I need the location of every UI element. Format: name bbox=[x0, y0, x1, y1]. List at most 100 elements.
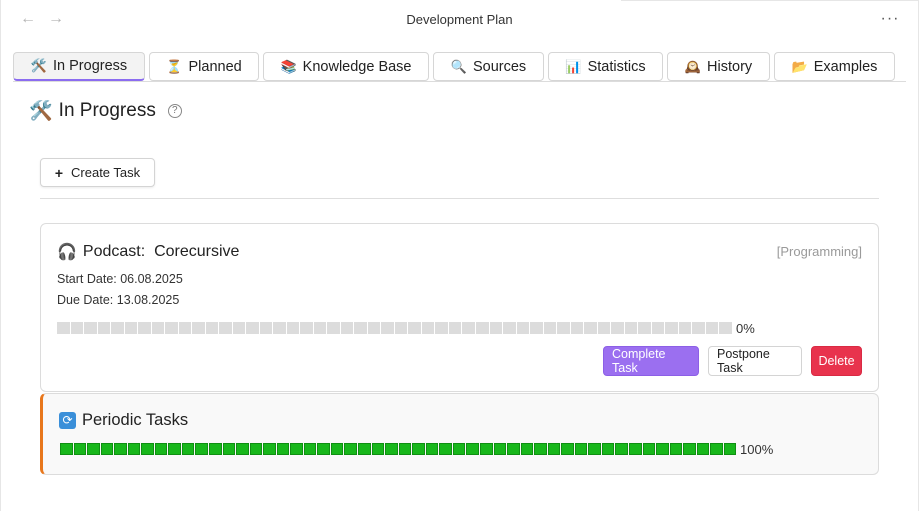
progress-segment bbox=[719, 322, 732, 334]
progress-segment bbox=[195, 443, 209, 455]
progress-segment bbox=[385, 443, 398, 455]
progress-segment bbox=[154, 443, 168, 455]
create-task-label: Create Task bbox=[71, 165, 141, 180]
progress-segment bbox=[642, 443, 656, 455]
progress-segment bbox=[111, 322, 124, 334]
progress-segment bbox=[448, 322, 462, 334]
progress-segment bbox=[435, 322, 448, 334]
progress-segment bbox=[520, 443, 534, 455]
progress-segment bbox=[479, 443, 493, 455]
tab-in-progress[interactable]: 🛠️ In Progress bbox=[13, 52, 145, 81]
progress-segment bbox=[570, 322, 584, 334]
progress-segment bbox=[168, 443, 181, 455]
delete-task-button[interactable]: Delete bbox=[811, 346, 862, 376]
progress-segment bbox=[557, 322, 570, 334]
progress-segment bbox=[543, 322, 557, 334]
progress-segment bbox=[408, 322, 421, 334]
progress-segment bbox=[286, 322, 300, 334]
progress-segment bbox=[394, 322, 408, 334]
tab-history[interactable]: 🕰️ History bbox=[667, 52, 770, 81]
progress-segment bbox=[597, 322, 611, 334]
window-title: Development Plan bbox=[406, 12, 513, 27]
progress-segment bbox=[489, 322, 503, 334]
title-divider bbox=[621, 0, 918, 1]
progress-segment bbox=[344, 443, 358, 455]
progress-segment bbox=[601, 443, 615, 455]
task-progress-label: 0% bbox=[736, 321, 755, 336]
progress-segment bbox=[205, 322, 219, 334]
create-task-button[interactable]: + Create Task bbox=[40, 158, 155, 187]
progress-segment bbox=[138, 322, 151, 334]
progress-segment bbox=[705, 322, 719, 334]
tab-label: Statistics bbox=[587, 58, 646, 75]
progress-segment bbox=[547, 443, 561, 455]
progress-segment bbox=[219, 322, 232, 334]
progress-segment bbox=[232, 322, 246, 334]
cycle-icon: ⟳ bbox=[59, 412, 76, 429]
task-title: 🎧 Podcast: Corecursive bbox=[57, 242, 239, 262]
progress-segment bbox=[178, 322, 192, 334]
progress-segment bbox=[452, 443, 466, 455]
progress-segment bbox=[421, 322, 435, 334]
tab-sources[interactable]: 🔍 Sources bbox=[433, 52, 544, 81]
progress-segment bbox=[651, 322, 665, 334]
progress-segment bbox=[561, 443, 574, 455]
complete-task-button[interactable]: Complete Task bbox=[603, 346, 699, 376]
periodic-tasks-title-text: Periodic Tasks bbox=[82, 411, 189, 429]
progress-segment bbox=[678, 322, 692, 334]
progress-segment bbox=[84, 322, 97, 334]
progress-segment bbox=[466, 443, 479, 455]
progress-segment bbox=[462, 322, 475, 334]
progress-segment bbox=[313, 322, 327, 334]
progress-segment bbox=[273, 322, 286, 334]
task-start-date: Start Date: 06.08.2025 bbox=[57, 272, 183, 286]
tab-planned[interactable]: ⏳ Planned bbox=[149, 52, 259, 81]
headphones-icon: 🎧 bbox=[57, 244, 77, 261]
progress-segment bbox=[249, 443, 263, 455]
task-title-text: Podcast: Corecursive bbox=[82, 243, 240, 260]
tab-examples[interactable]: 📂 Examples bbox=[774, 52, 895, 81]
progress-segment bbox=[367, 322, 381, 334]
tab-knowledge-base[interactable]: 📚 Knowledge Base bbox=[263, 52, 429, 81]
tools-icon: 🛠️ bbox=[29, 101, 53, 122]
progress-segment bbox=[669, 443, 683, 455]
progress-segment bbox=[57, 322, 70, 334]
more-options-icon[interactable]: ··· bbox=[880, 9, 900, 29]
tab-label: Planned bbox=[188, 58, 242, 75]
periodic-tasks-card[interactable]: ⟳ Periodic Tasks 100% bbox=[40, 393, 879, 475]
tab-statistics[interactable]: 📊 Statistics bbox=[548, 52, 663, 81]
clock-icon: 🕰️ bbox=[684, 58, 702, 74]
progress-segment bbox=[683, 443, 696, 455]
progress-segment bbox=[656, 443, 669, 455]
progress-segment bbox=[574, 443, 588, 455]
progress-segment bbox=[475, 322, 489, 334]
progress-segment bbox=[259, 322, 273, 334]
progress-segment bbox=[398, 443, 412, 455]
books-icon: 📚 bbox=[280, 58, 297, 74]
progress-segment bbox=[70, 322, 84, 334]
task-category-tag: [Programming] bbox=[776, 244, 862, 259]
progress-segment bbox=[141, 443, 154, 455]
app-window: ← → Development Plan ··· 🛠️ In Progress … bbox=[0, 0, 919, 511]
help-icon[interactable]: ? bbox=[167, 104, 182, 118]
postpone-task-button[interactable]: Postpone Task bbox=[708, 346, 802, 376]
progress-segment bbox=[60, 443, 73, 455]
progress-segment bbox=[412, 443, 425, 455]
progress-segment bbox=[114, 443, 127, 455]
title-bar: ← → Development Plan ··· bbox=[1, 0, 918, 40]
progress-segment bbox=[100, 443, 114, 455]
progress-segment bbox=[530, 322, 543, 334]
progress-segment bbox=[97, 322, 111, 334]
page-title: 🛠️ In Progress ? bbox=[29, 99, 182, 123]
progress-segment bbox=[222, 443, 236, 455]
progress-segment bbox=[236, 443, 249, 455]
progress-segment bbox=[317, 443, 330, 455]
progress-segment bbox=[127, 443, 141, 455]
progress-segment bbox=[181, 443, 195, 455]
progress-segment bbox=[151, 322, 165, 334]
magnifier-icon: 🔍 bbox=[450, 58, 467, 74]
folder-icon: 📂 bbox=[791, 58, 808, 74]
progress-segment bbox=[165, 322, 178, 334]
progress-segment bbox=[723, 443, 737, 455]
progress-segment bbox=[340, 322, 354, 334]
